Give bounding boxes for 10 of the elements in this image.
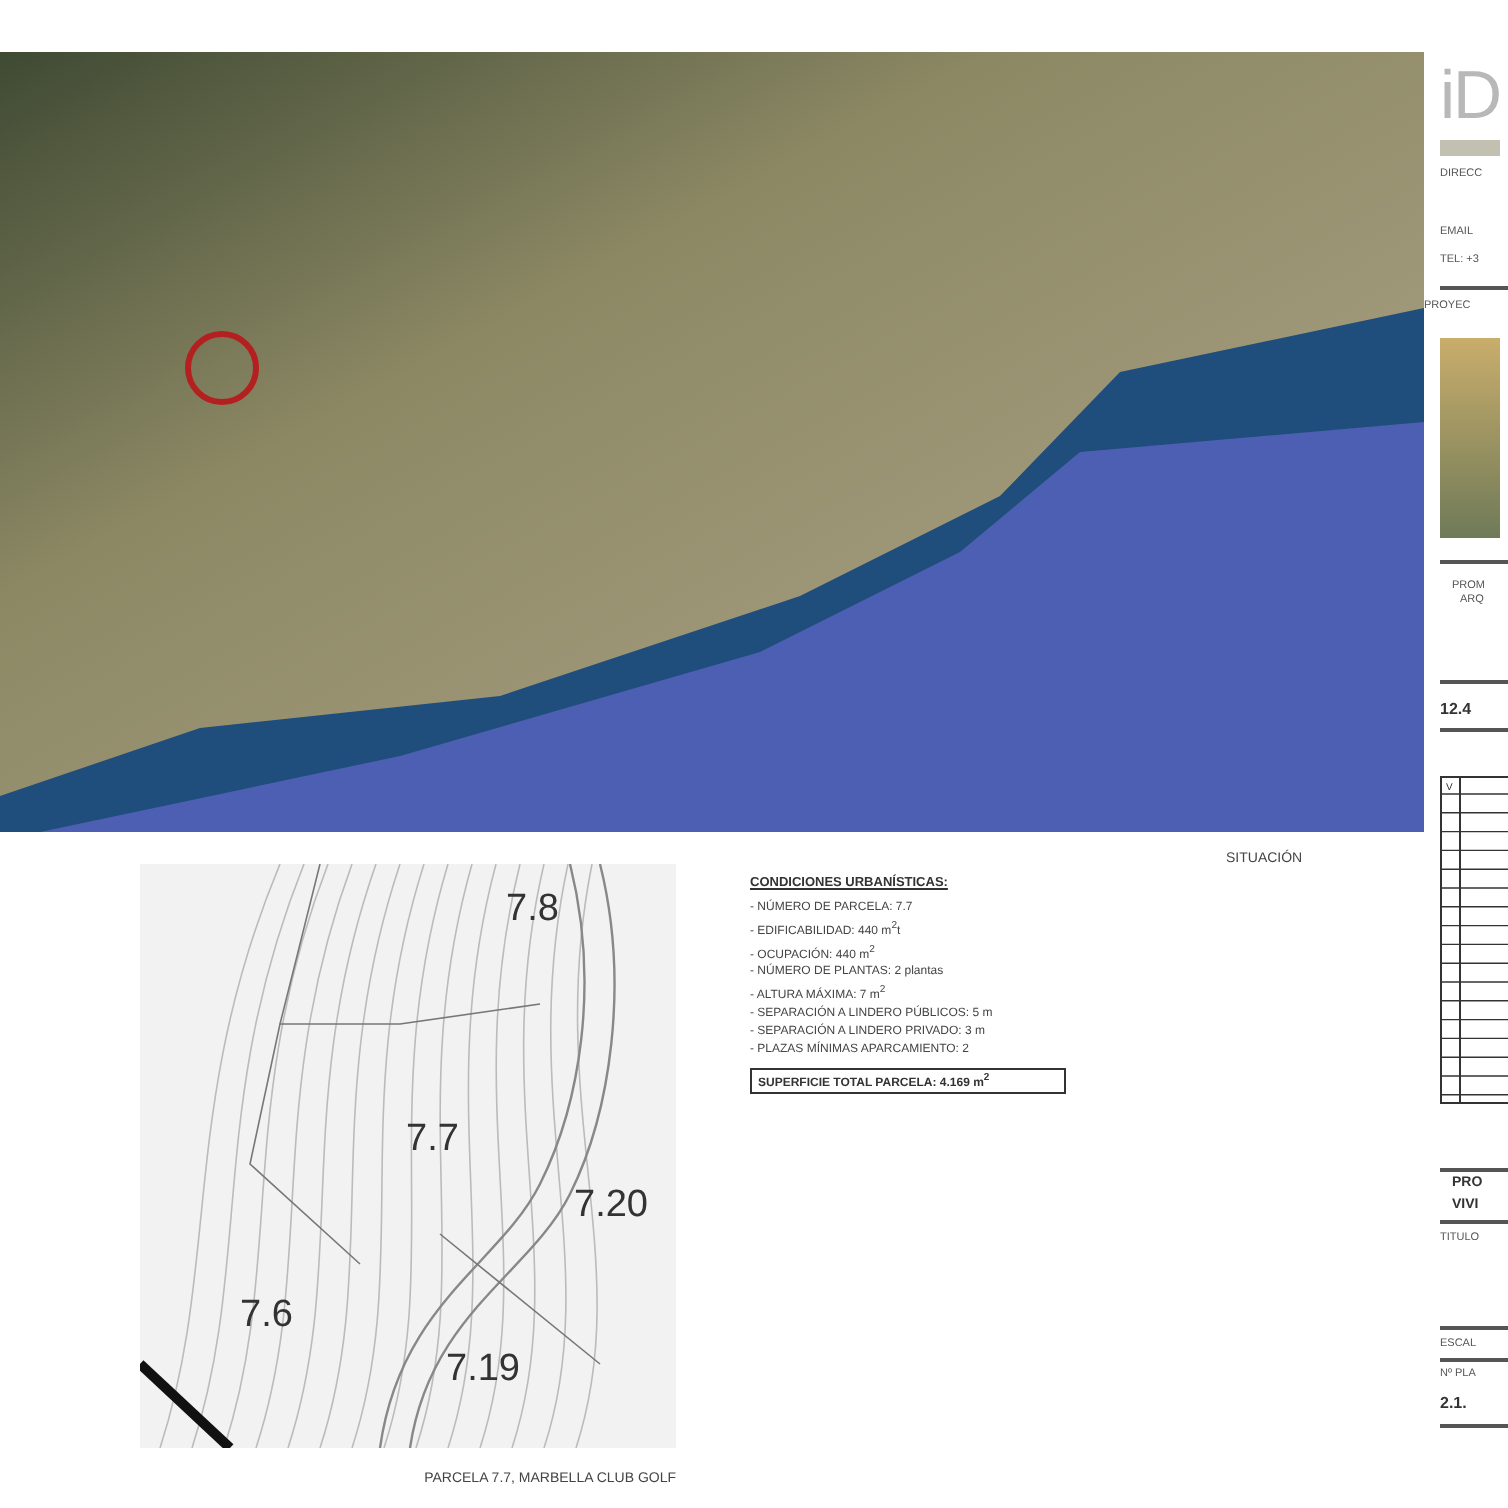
parcel-label: 7.7 [406, 1118, 459, 1160]
parcel-label: 7.8 [506, 888, 559, 930]
sheet-number: 2.1. [1440, 1394, 1467, 1412]
logo-bar [1440, 140, 1500, 156]
logo: iD [1440, 56, 1501, 136]
date-text: 12.4 [1440, 700, 1472, 718]
parcel-label: 7.20 [574, 1184, 648, 1226]
location-circle-icon [182, 328, 262, 408]
parcel-label: 7.19 [446, 1348, 520, 1390]
parcel-label: 7.6 [240, 1294, 293, 1336]
